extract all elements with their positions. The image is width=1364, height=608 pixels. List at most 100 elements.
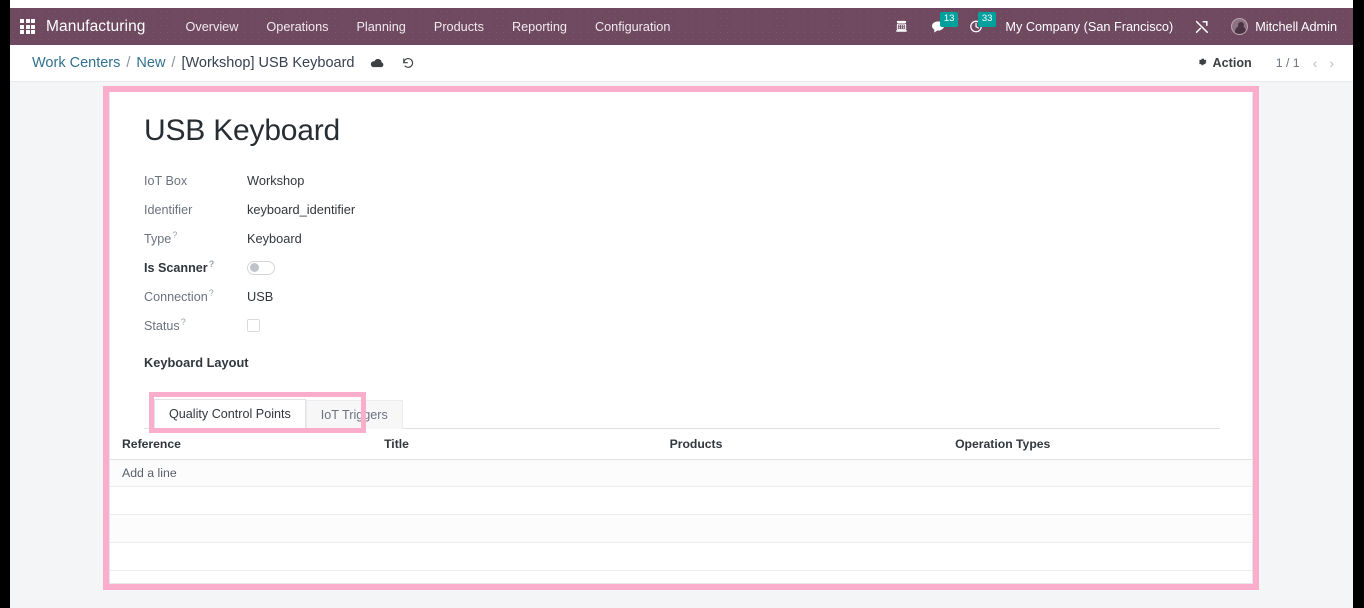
cloud-save-icon[interactable] (370, 57, 385, 70)
top-white-strip (10, 0, 1353, 8)
wrench-screwdriver-icon[interactable] (1183, 8, 1221, 45)
top-navbar: Manufacturing Overview Operations Planni… (10, 8, 1353, 45)
status-checkbox[interactable] (247, 319, 260, 332)
add-a-line-row[interactable]: Add a line (110, 459, 1252, 487)
breadcrumb-separator: / (126, 55, 131, 71)
table-row (110, 486, 1252, 515)
telephone-icon[interactable] (883, 8, 920, 45)
screenshot-root: Manufacturing Overview Operations Planni… (0, 0, 1364, 608)
help-tooltip-icon[interactable]: ? (209, 288, 214, 298)
add-a-line-label[interactable]: Add a line (110, 459, 385, 487)
chevron-left-icon[interactable]: ‹ (1308, 54, 1323, 72)
label-text: Connection (144, 289, 208, 304)
form-sheet: USB Keyboard IoT Box Workshop Identifier (109, 92, 1253, 584)
breadcrumb-current: [Workshop] USB Keyboard (181, 55, 355, 71)
empty-cell (955, 459, 1252, 487)
field-label: Identifier (144, 203, 247, 217)
empty-cell (110, 486, 385, 515)
field-value-is-scanner (247, 260, 275, 275)
menu-item-planning[interactable]: Planning (342, 14, 419, 40)
table-header-row: Reference Title Products Operation Types (110, 428, 1252, 460)
empty-cell (955, 542, 1252, 571)
clock-icon[interactable]: 33 (958, 8, 996, 45)
field-value-type[interactable]: Keyboard (247, 231, 302, 246)
label-text: Identifier (144, 202, 193, 217)
menu-item-operations[interactable]: Operations (252, 14, 342, 40)
column-header-reference[interactable]: Reference (110, 428, 385, 460)
field-type: Type ? Keyboard (144, 225, 1220, 253)
control-panel-right: Action 1 / 1 ‹ › (1188, 52, 1339, 75)
empty-cell (955, 570, 1252, 583)
column-header-title[interactable]: Title (384, 428, 670, 460)
empty-cell (669, 542, 956, 571)
field-label: IoT Box (144, 174, 247, 188)
navbar-systray: 13 33 My Company (San Francisco) Mitchel… (883, 8, 1341, 45)
avatar (1231, 18, 1249, 35)
label-text: IoT Box (144, 173, 188, 188)
empty-cell (669, 514, 956, 543)
user-menu[interactable]: Mitchell Admin (1221, 18, 1341, 35)
table-row (110, 514, 1252, 543)
help-tooltip-icon[interactable]: ? (181, 317, 186, 327)
field-label: Type ? (144, 230, 247, 246)
is-scanner-toggle[interactable] (247, 260, 275, 275)
quality-control-points-table: Reference Title Products Operation Types… (110, 428, 1252, 583)
menu-item-configuration[interactable]: Configuration (581, 14, 684, 40)
action-button[interactable]: Action (1188, 52, 1260, 75)
empty-cell (110, 514, 385, 543)
empty-cell (110, 542, 385, 571)
breadcrumb-separator: / (171, 55, 176, 71)
menu-item-products[interactable]: Products (420, 14, 498, 40)
breadcrumb-parent[interactable]: New (136, 55, 165, 71)
notebook-tabs: Quality Control Points IoT Triggers (144, 398, 1220, 429)
field-value-iot-box[interactable]: Workshop (247, 173, 304, 188)
table-row (110, 570, 1252, 583)
chat-bubble-icon[interactable]: 13 (920, 8, 958, 45)
notebook: Quality Control Points IoT Triggers (144, 391, 1220, 433)
gear-icon (1196, 56, 1208, 71)
empty-cell (669, 570, 956, 583)
undo-discard-icon[interactable] (401, 56, 415, 70)
help-tooltip-icon[interactable]: ? (172, 230, 177, 240)
company-switcher[interactable]: My Company (San Francisco) (995, 20, 1183, 34)
chevron-right-icon[interactable]: › (1324, 54, 1339, 72)
tab-quality-control-points[interactable]: Quality Control Points (154, 398, 306, 429)
empty-cell (669, 486, 956, 515)
field-label: Status ? (144, 317, 247, 333)
app-brand-manufacturing[interactable]: Manufacturing (46, 18, 146, 36)
action-label: Action (1212, 56, 1252, 70)
field-value-identifier[interactable]: keyboard_identifier (247, 202, 355, 217)
field-identifier: Identifier keyboard_identifier (144, 196, 1220, 224)
breadcrumb: Work Centers / New / [Workshop] USB Keyb… (32, 55, 354, 71)
menu-item-reporting[interactable]: Reporting (498, 14, 581, 40)
apps-grid-icon[interactable] (20, 19, 35, 34)
control-panel: Work Centers / New / [Workshop] USB Keyb… (10, 45, 1353, 82)
empty-cell (384, 542, 670, 571)
menu-item-overview[interactable]: Overview (172, 14, 253, 40)
field-value-connection[interactable]: USB (247, 289, 273, 304)
record-actions (370, 56, 415, 70)
pager: 1 / 1 ‹ › (1270, 54, 1339, 72)
breadcrumb-root[interactable]: Work Centers (32, 55, 120, 71)
empty-cell (384, 514, 670, 543)
column-header-products[interactable]: Products (669, 428, 956, 460)
messages-count-badge: 13 (940, 12, 958, 27)
empty-cell (955, 486, 1252, 515)
label-text: Status (144, 318, 180, 333)
user-name: Mitchell Admin (1255, 19, 1337, 34)
empty-cell (955, 514, 1252, 543)
section-heading-keyboard-layout: Keyboard Layout (144, 354, 249, 370)
help-tooltip-icon[interactable]: ? (209, 259, 215, 269)
main-menu: Overview Operations Planning Products Re… (172, 14, 685, 40)
empty-cell (384, 486, 670, 515)
form-body: USB Keyboard IoT Box Workshop Identifier (110, 92, 1252, 433)
field-status: Status ? (144, 312, 1220, 340)
label-text: Type (144, 231, 172, 246)
table-row (110, 542, 1252, 571)
field-label: Connection ? (144, 288, 247, 304)
tab-iot-triggers[interactable]: IoT Triggers (305, 399, 403, 429)
activities-count-badge: 33 (978, 12, 996, 27)
content-area: USB Keyboard IoT Box Workshop Identifier (10, 82, 1353, 608)
column-header-operation-types[interactable]: Operation Types (955, 428, 1252, 460)
pager-value: 1 / 1 (1275, 56, 1300, 70)
